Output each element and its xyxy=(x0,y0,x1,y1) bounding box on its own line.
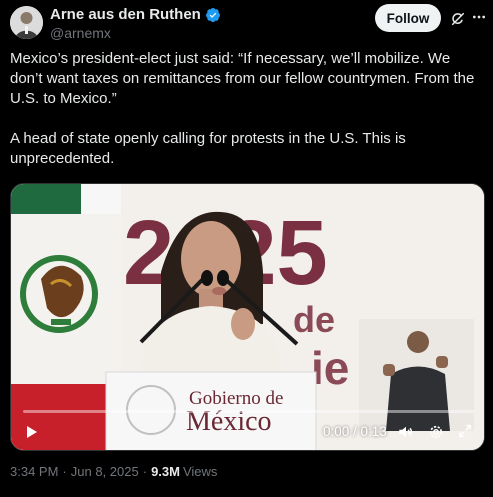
settings-gear-icon[interactable] xyxy=(427,423,445,441)
video-player[interactable]: 2025 de ie Gobierno de México xyxy=(10,183,485,451)
fullscreen-icon[interactable] xyxy=(457,423,473,439)
author-handle[interactable]: @arnemx xyxy=(50,25,111,41)
views-count: 9.3M xyxy=(151,464,180,479)
author-name[interactable]: Arne aus den Ruthen xyxy=(50,6,201,23)
avatar[interactable] xyxy=(10,6,43,39)
post-date[interactable]: Jun 8, 2025 xyxy=(71,464,139,479)
play-icon[interactable] xyxy=(23,424,39,440)
more-icon[interactable] xyxy=(471,9,487,25)
tweet-text: Mexico’s president-elect just said: “If … xyxy=(10,50,475,167)
post-time[interactable]: 3:34 PM xyxy=(10,464,58,479)
backdrop-word-2: ie xyxy=(311,342,349,394)
verified-badge-icon xyxy=(205,7,220,22)
follow-button[interactable]: Follow xyxy=(375,4,441,32)
video-controls: 0:00 / 0:13 xyxy=(11,404,484,450)
video-progress-bar[interactable] xyxy=(23,410,474,413)
backdrop-word-1: de xyxy=(293,299,335,340)
meta-separator: · xyxy=(62,464,67,479)
author-name-row: Arne aus den Ruthen xyxy=(50,6,221,23)
volume-icon[interactable] xyxy=(397,423,415,441)
tweet-header: Arne aus den Ruthen @arnemx Follow xyxy=(10,4,485,44)
views-label: Views xyxy=(182,464,218,479)
meta-separator: · xyxy=(142,464,148,479)
tweet-meta: 3:34 PM · Jun 8, 2025 · 9.3M Views xyxy=(10,464,217,479)
video-time: 0:00 / 0:13 xyxy=(323,424,387,439)
grok-icon[interactable] xyxy=(450,11,466,27)
